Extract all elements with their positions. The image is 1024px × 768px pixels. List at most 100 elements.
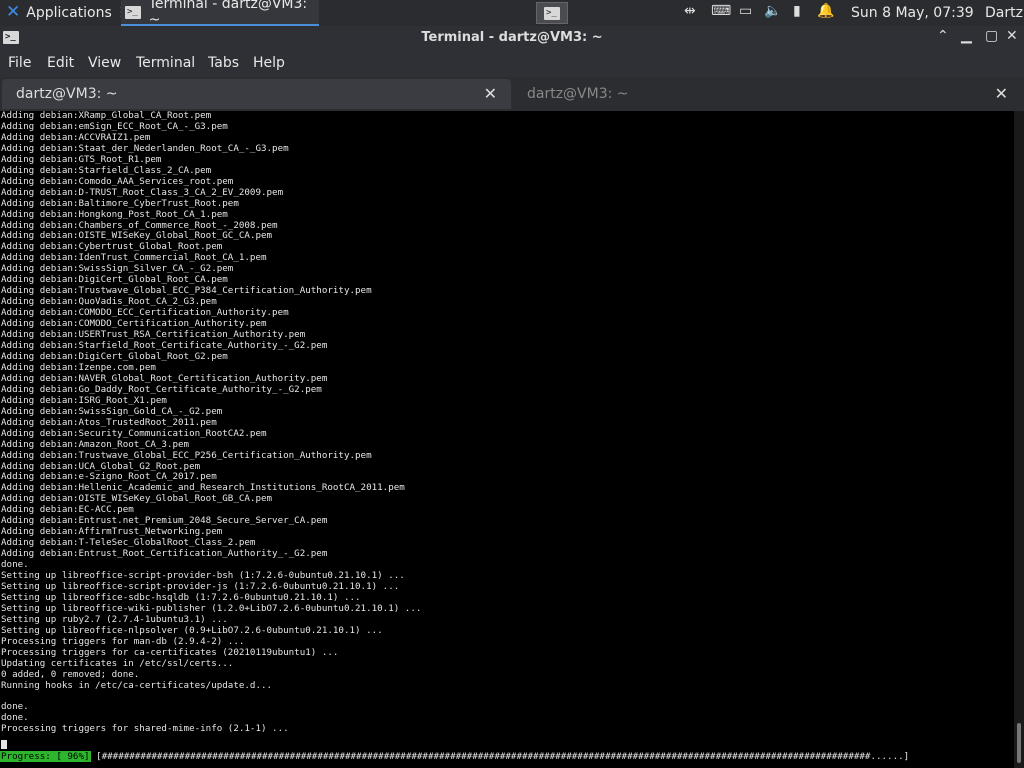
menu-file[interactable]: File <box>8 55 31 71</box>
terminal-line: Adding debian:Starfield_Class_2_CA.pem <box>1 164 212 176</box>
terminal-line: Adding debian:GTS_Root_R1.pem <box>1 153 162 165</box>
terminal-line: Adding debian:COMODO_Certification_Autho… <box>1 318 267 330</box>
terminal-cursor <box>1 740 7 749</box>
terminal-line: Adding debian:ISRG_Root_X1.pem <box>1 394 167 406</box>
volume-icon[interactable]: 🔈 <box>764 3 781 19</box>
terminal-line: Setting up libreoffice-script-provider-j… <box>1 580 400 592</box>
terminal-line: Processing triggers for shared-mime-info… <box>1 723 289 735</box>
terminal-line: done. <box>1 559 29 571</box>
scrollbar[interactable] <box>1014 111 1024 768</box>
terminal-line: Adding debian:QuoVadis_Root_CA_2_G3.pem <box>1 296 217 308</box>
notifications-bell-icon[interactable]: 🔔 <box>817 3 834 19</box>
scrollbar-thumb[interactable] <box>1017 723 1021 763</box>
terminal-line: Adding debian:OISTE_WISeKey_Global_Root_… <box>1 493 273 505</box>
close-tab-icon[interactable]: ✕ <box>995 84 1008 103</box>
window-title: Terminal - dartz@VM3: ~ <box>421 30 603 45</box>
terminal-line: Adding debian:Trustwave_Global_ECC_P384_… <box>1 285 372 297</box>
terminal-icon: >_ <box>125 5 141 19</box>
terminal-line: Adding debian:Cybertrust_Global_Root.pem <box>1 241 223 253</box>
terminal-line: Adding debian:Entrust.net_Premium_2048_S… <box>1 515 328 527</box>
terminal-icon: >_ <box>544 6 560 20</box>
terminal-line: Adding debian:e-Szigno_Root_CA_2017.pem <box>1 471 217 483</box>
keyboard-icon[interactable]: ⌨ <box>711 3 731 19</box>
progress-line: Progress: [ 96%] [######################… <box>0 751 909 762</box>
terminal-line: Adding debian:D-TRUST_Root_Class_3_CA_2_… <box>1 186 284 198</box>
progress-label: Progress: [ 96%] <box>0 751 91 762</box>
terminal-line: Adding debian:Baltimore_CyberTrust_Root.… <box>1 197 239 209</box>
terminal-line: Updating certificates in /etc/ssl/certs.… <box>1 657 234 669</box>
taskbar-item-terminal[interactable]: >_ Terminal - dartz@VM3: ~ <box>121 0 319 28</box>
terminal-line: Adding debian:EC-ACC.pem <box>1 504 134 516</box>
terminal-line: Processing triggers for man-db (2.9.4-2)… <box>1 635 245 647</box>
terminal-line: Adding debian:Amazon_Root_CA_3.pem <box>1 438 190 450</box>
terminal-line: done. <box>1 701 29 713</box>
network-icon[interactable]: ⇹ <box>684 3 696 19</box>
terminal-line: Adding debian:Starfield_Root_Certificate… <box>1 340 328 352</box>
terminal-line: Adding debian:AffirmTrust_Networking.pem <box>1 526 223 538</box>
terminal-line: Adding debian:T-TeleSec_GlobalRoot_Class… <box>1 537 256 549</box>
terminal-text: Adding debian:XRamp_Global_CA_Root.pem A… <box>0 111 1014 735</box>
battery-icon[interactable]: ▮ <box>793 3 801 19</box>
display-icon[interactable]: ▭ <box>739 3 752 19</box>
tab-terminal-1[interactable]: dartz@VM3: ~ ✕ <box>2 79 511 109</box>
terminal-line: Adding debian:emSign_ECC_Root_CA_-_G3.pe… <box>1 120 228 132</box>
terminal-line: Adding debian:Hellenic_Academic_and_Rese… <box>1 482 405 494</box>
terminal-line: Adding debian:SwissSign_Silver_CA_-_G2.p… <box>1 263 234 275</box>
menu-terminal[interactable]: Terminal <box>136 55 195 71</box>
menu-edit[interactable]: Edit <box>47 55 74 71</box>
terminal-line: Adding debian:ACCVRAIZ1.pem <box>1 131 151 143</box>
close-tab-icon[interactable]: ✕ <box>484 84 497 103</box>
terminal-line: Adding debian:Staat_der_Nederlanden_Root… <box>1 142 289 154</box>
terminal-line: Adding debian:Chambers_of_Commerce_Root_… <box>1 219 278 231</box>
terminal-line: Adding debian:UCA_Global_G2_Root.pem <box>1 460 201 472</box>
tab-terminal-2[interactable]: dartz@VM3: ~ ✕ <box>513 79 1022 109</box>
chevron-up-icon[interactable]: ⌃ <box>937 28 949 44</box>
menu-view[interactable]: View <box>88 55 121 71</box>
terminal-line: Adding debian:SwissSign_Gold_CA_-_G2.pem <box>1 405 223 417</box>
terminal-line: Adding debian:XRamp_Global_CA_Root.pem <box>1 111 212 121</box>
taskbar-item-label: Terminal - dartz@VM3: ~ <box>148 0 308 28</box>
close-icon[interactable]: ✕ <box>1006 28 1018 44</box>
tab-label: dartz@VM3: ~ <box>16 86 118 102</box>
terminal-output[interactable]: Adding debian:XRamp_Global_CA_Root.pem A… <box>0 111 1014 768</box>
terminal-line: Adding debian:IdenTrust_Commercial_Root_… <box>1 252 267 264</box>
top-panel: ✕ Applications ⋮ >_ Terminal - dartz@VM3… <box>0 0 1024 28</box>
terminal-line: Adding debian:OISTE_WISeKey_Global_Root_… <box>1 230 273 242</box>
terminal-line: Setting up libreoffice-nlpsolver (0.9+Li… <box>1 624 383 636</box>
terminal-line: Adding debian:Entrust_Root_Certification… <box>1 548 328 560</box>
window-titlebar[interactable]: >_ Terminal - dartz@VM3: ~ ⌃ ▁ ▢ ✕ <box>0 26 1024 50</box>
terminal-line: Setting up libreoffice-script-provider-b… <box>1 570 405 582</box>
terminal-line: Adding debian:USERTrust_RSA_Certificatio… <box>1 329 306 341</box>
minimize-icon[interactable]: ▁ <box>961 28 972 44</box>
progress-bar: [#######################################… <box>96 751 910 762</box>
maximize-icon[interactable]: ▢ <box>985 28 998 44</box>
terminal-line: Setting up libreoffice-sdbc-hsqldb (1:7.… <box>1 591 361 603</box>
xfce-logo-icon: ✕ <box>6 2 21 22</box>
terminal-line: Adding debian:Go_Daddy_Root_Certificate_… <box>1 383 322 395</box>
tab-bar: dartz@VM3: ~ ✕ dartz@VM3: ~ ✕ <box>0 77 1024 111</box>
applications-label: Applications <box>26 4 112 21</box>
terminal-line: Adding debian:NAVER_Global_Root_Certific… <box>1 372 328 384</box>
menu-tabs[interactable]: Tabs <box>208 55 239 71</box>
terminal-line: Adding debian:Atos_TrustedRoot_2011.pem <box>1 416 217 428</box>
terminal-line: done. <box>1 712 29 724</box>
menu-bar: File Edit View Terminal Tabs Help <box>0 50 1024 77</box>
terminal-line: Adding debian:Security_Communication_Roo… <box>1 427 267 439</box>
terminal-line: 0 added, 0 removed; done. <box>1 668 140 680</box>
terminal-launcher-button[interactable]: >_ <box>536 2 568 24</box>
terminal-line: Setting up ruby2.7 (2.7.4-1ubuntu3.1) ..… <box>1 613 228 625</box>
terminal-line: Adding debian:Trustwave_Global_ECC_P256_… <box>1 449 372 461</box>
user-menu[interactable]: Dartz <box>985 5 1023 21</box>
applications-menu[interactable]: ✕ Applications <box>6 4 112 21</box>
terminal-line: Adding debian:DigiCert_Global_Root_CA.pe… <box>1 274 228 286</box>
clock[interactable]: Sun 8 May, 07:39 <box>851 5 974 21</box>
terminal-line: Adding debian:Izenpe.com.pem <box>1 361 156 373</box>
terminal-line: Processing triggers for ca-certificates … <box>1 646 339 658</box>
menu-help[interactable]: Help <box>253 55 285 71</box>
tab-label: dartz@VM3: ~ <box>527 86 629 102</box>
terminal-line: Adding debian:Comodo_AAA_Services_root.p… <box>1 175 234 187</box>
terminal-line: Adding debian:Hongkong_Post_Root_CA_1.pe… <box>1 208 228 220</box>
terminal-line: Setting up libreoffice-wiki-publisher (1… <box>1 602 422 614</box>
terminal-line: Running hooks in /etc/ca-certificates/up… <box>1 679 273 691</box>
terminal-line: Adding debian:COMODO_ECC_Certification_A… <box>1 307 289 319</box>
